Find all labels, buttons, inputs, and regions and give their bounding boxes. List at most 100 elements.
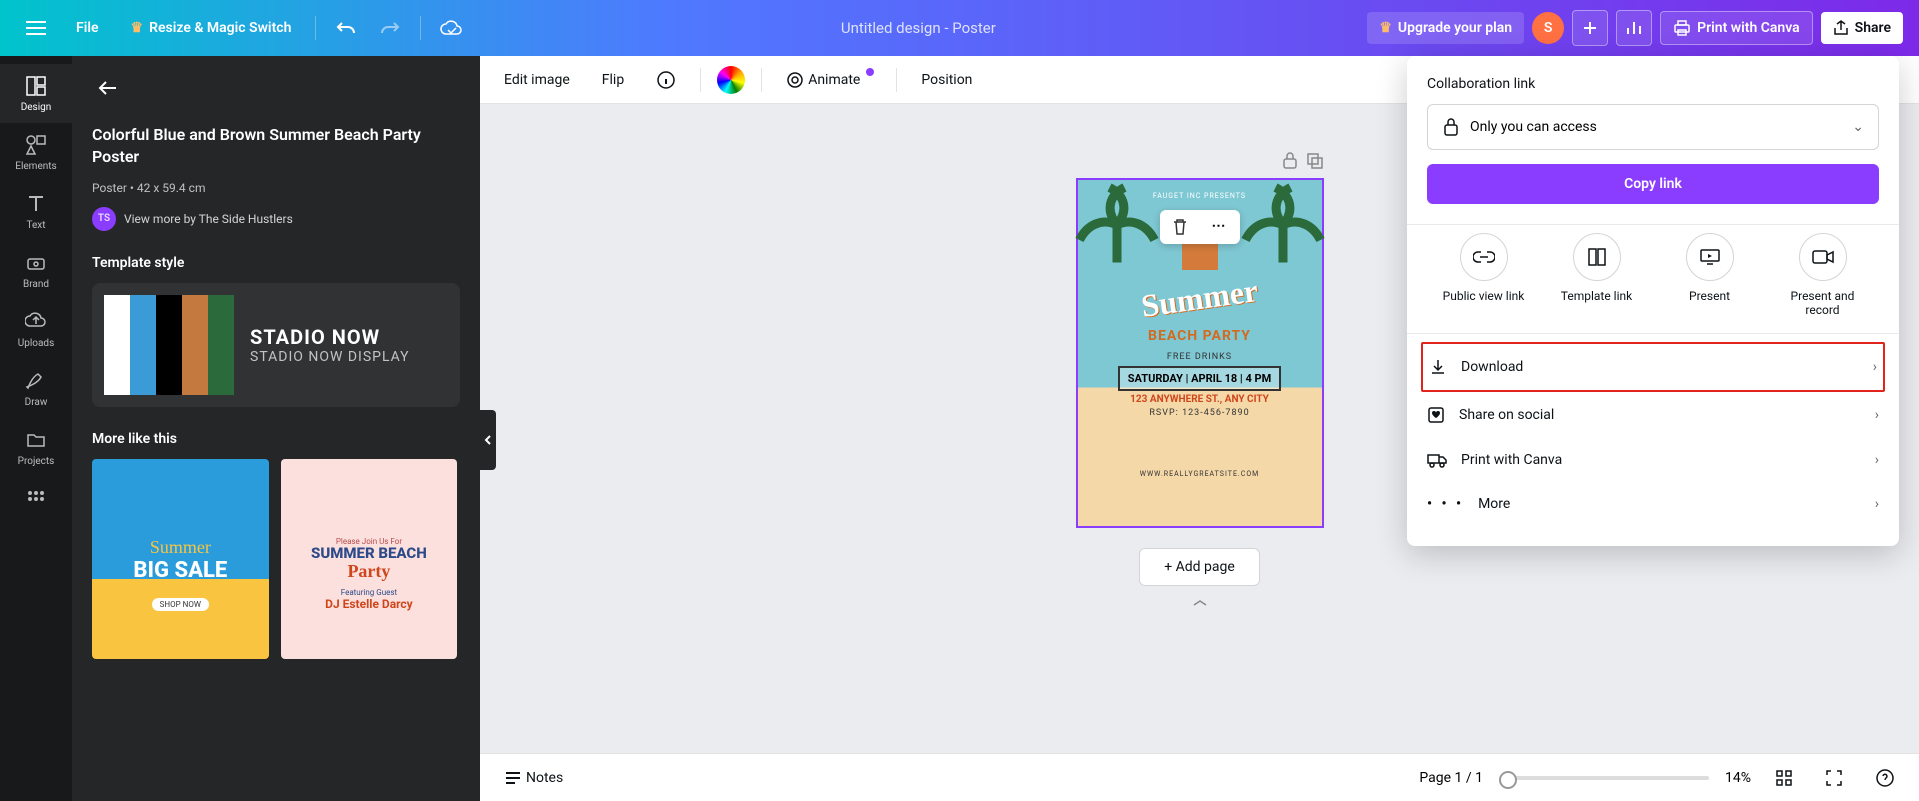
help-button[interactable] xyxy=(1867,762,1903,794)
flip-button[interactable]: Flip xyxy=(594,66,632,94)
rail-projects[interactable]: Projects xyxy=(0,418,72,477)
info-button[interactable] xyxy=(648,64,684,96)
thumb-text: Featuring Guest xyxy=(341,588,397,597)
author-row[interactable]: TS View more by The Side Hustlers xyxy=(92,207,460,231)
print-canva-label: Print with Canva xyxy=(1461,452,1562,468)
share-social-option[interactable]: Share on social › xyxy=(1427,392,1879,438)
fullscreen-button[interactable] xyxy=(1817,763,1851,793)
chevron-up-icon xyxy=(1190,598,1210,608)
template-thumb-2[interactable]: Please Join Us For SUMMER BEACH Party Fe… xyxy=(281,459,458,659)
poster-canvas[interactable]: ⋯ FAUGET INC PRESENTS Summer BEACH PARTY… xyxy=(1076,178,1324,528)
thumb-text: DJ Estelle Darcy xyxy=(325,597,413,611)
redo-button[interactable] xyxy=(372,10,408,46)
font-preview-1: STADIO NOW xyxy=(250,325,448,349)
option-label: Public view link xyxy=(1443,289,1525,303)
rail-brand[interactable]: Brand xyxy=(0,241,72,300)
zoom-slider[interactable] xyxy=(1499,776,1709,780)
back-button[interactable] xyxy=(92,72,124,104)
crown-icon: ♛ xyxy=(1379,20,1392,36)
thumb-text: Summer xyxy=(150,537,211,558)
animate-icon xyxy=(786,71,804,89)
download-option[interactable]: Download › xyxy=(1421,342,1885,392)
share-label: Share xyxy=(1855,20,1891,36)
user-avatar[interactable]: S xyxy=(1532,12,1564,44)
more-icon: • • • xyxy=(1427,496,1464,512)
rail-uploads[interactable]: Uploads xyxy=(0,300,72,359)
duplicate-page-icon[interactable] xyxy=(1306,152,1324,170)
template-thumb-1[interactable]: Summer BIG SALE UP TO 55% OFF SHOP NOW xyxy=(92,459,269,659)
edit-image-button[interactable]: Edit image xyxy=(496,66,578,94)
template-icon xyxy=(1573,233,1621,281)
resize-magic-switch[interactable]: ♛ Resize & Magic Switch xyxy=(119,12,304,44)
lock-page-icon[interactable] xyxy=(1282,152,1298,170)
side-panel: Colorful Blue and Brown Summer Beach Par… xyxy=(72,56,480,801)
undo-button[interactable] xyxy=(328,10,364,46)
truck-icon xyxy=(1427,452,1447,468)
notification-dot xyxy=(866,68,874,76)
option-label: Present and record xyxy=(1779,289,1867,317)
collapse-pages-handle[interactable] xyxy=(1190,598,1210,608)
share-social-label: Share on social xyxy=(1459,407,1554,423)
option-label: Template link xyxy=(1561,289,1632,303)
poster-title: Summer xyxy=(1139,272,1260,325)
trash-icon xyxy=(1172,218,1188,236)
copy-link-button[interactable]: Copy link xyxy=(1427,164,1879,204)
animate-button[interactable]: Animate xyxy=(778,65,880,95)
notes-button[interactable]: Notes xyxy=(496,764,571,792)
rail-apps[interactable] xyxy=(0,477,72,521)
poster-website: WWW.REALLYGREATSITE.COM xyxy=(1140,470,1260,478)
color-picker[interactable] xyxy=(717,66,745,94)
thumb-text: SUMMER BEACH xyxy=(311,546,427,561)
rail-text[interactable]: Text xyxy=(0,182,72,241)
present-option[interactable]: Present xyxy=(1666,233,1754,317)
animate-label: Animate xyxy=(808,72,860,88)
cloud-sync[interactable] xyxy=(433,10,469,46)
rail-elements[interactable]: Elements xyxy=(0,123,72,182)
add-member-button[interactable] xyxy=(1572,10,1608,46)
public-view-link-option[interactable]: Public view link xyxy=(1440,233,1528,317)
page-indicator[interactable]: Page 1 / 1 xyxy=(1419,770,1483,786)
zoom-percent[interactable]: 14% xyxy=(1725,770,1751,786)
share-button[interactable]: Share xyxy=(1821,12,1903,44)
print-canva-option[interactable]: Print with Canva › xyxy=(1427,438,1879,482)
analytics-button[interactable] xyxy=(1616,10,1652,46)
divider xyxy=(761,68,762,92)
help-icon xyxy=(1875,768,1895,788)
floating-toolbar: ⋯ xyxy=(1160,210,1240,244)
position-button[interactable]: Position xyxy=(913,66,980,94)
collapse-panel-handle[interactable] xyxy=(480,410,496,470)
divider xyxy=(420,16,421,40)
delete-element[interactable] xyxy=(1160,210,1200,244)
palette-swatch xyxy=(208,295,234,395)
access-dropdown[interactable]: Only you can access ⌄ xyxy=(1427,104,1879,150)
hamburger-menu[interactable] xyxy=(16,8,56,48)
more-element-options[interactable]: ⋯ xyxy=(1200,210,1240,244)
upgrade-button[interactable]: ♛ Upgrade your plan xyxy=(1367,12,1524,44)
collab-label: Collaboration link xyxy=(1427,76,1879,92)
document-title[interactable]: Untitled design - Poster xyxy=(477,19,1359,37)
template-link-option[interactable]: Template link xyxy=(1553,233,1641,317)
poster-subtitle: BEACH PARTY xyxy=(1148,328,1251,344)
grid-view-button[interactable] xyxy=(1767,763,1801,793)
heart-icon xyxy=(1427,406,1445,424)
upgrade-label: Upgrade your plan xyxy=(1398,20,1512,36)
divider xyxy=(315,16,316,40)
chevron-right-icon: › xyxy=(1875,496,1879,512)
print-with-canva-header[interactable]: Print with Canva xyxy=(1660,11,1813,45)
add-page-button[interactable]: + Add page xyxy=(1139,548,1260,586)
printer-icon xyxy=(1673,20,1691,36)
author-avatar: TS xyxy=(92,207,116,231)
palette-swatch xyxy=(182,295,208,395)
rail-design[interactable]: Design xyxy=(0,64,72,123)
present-record-option[interactable]: Present and record xyxy=(1779,233,1867,317)
file-menu[interactable]: File xyxy=(64,12,111,44)
arrow-left-icon xyxy=(98,80,118,96)
style-card[interactable]: STADIO NOW STADIO NOW DISPLAY xyxy=(92,283,460,407)
crown-icon: ♛ xyxy=(131,20,144,36)
share-popover: Collaboration link Only you can access ⌄… xyxy=(1407,56,1899,546)
more-option[interactable]: • • • More › xyxy=(1427,482,1879,526)
draw-icon xyxy=(24,369,48,393)
rail-draw[interactable]: Draw xyxy=(0,359,72,418)
template-meta: Poster • 42 x 59.4 cm xyxy=(92,181,460,195)
divider xyxy=(896,68,897,92)
